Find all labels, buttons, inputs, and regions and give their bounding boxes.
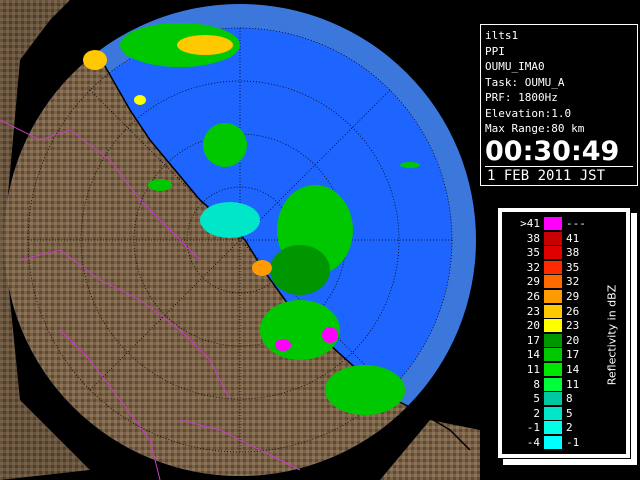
legend-lower-bound: 20 — [526, 319, 540, 333]
legend-upper-bound: 32 — [566, 275, 580, 289]
legend-lower-bound: >41 — [520, 217, 540, 230]
legend-swatch — [544, 260, 562, 274]
legend-swatch — [544, 348, 562, 362]
legend-row: 32 35 — [502, 260, 626, 276]
color-legend: Reflectivity in dBZ >41 --- 38 41 35 38 32 35 29… — [497, 207, 631, 459]
legend-lower-bound: -1 — [526, 421, 540, 435]
legend-row: 58 — [502, 391, 626, 407]
prf-value: PRF: 1800Hz — [485, 91, 558, 104]
legend-upper-bound: 29 — [566, 290, 580, 303]
legend-upper-bound: -1 — [566, 436, 580, 449]
legend-row: -1 2 — [502, 420, 626, 436]
legend-swatch — [544, 319, 562, 333]
legend-lower-bound: 5 — [533, 392, 540, 406]
legend-row: -4 -1 — [502, 435, 626, 451]
legend-swatch — [544, 363, 562, 376]
legend-swatch — [544, 421, 562, 435]
elevation-value: Elevation:1.0 — [485, 106, 572, 120]
legend-swatch — [544, 333, 562, 347]
task-name: Task: OUMU_A — [485, 75, 565, 89]
legend-row: 38 41 — [502, 231, 626, 247]
legend-body: Reflectivity in dBZ >41 --- 38 41 35 38 32 35 29… — [502, 212, 626, 454]
legend-upper-bound: 20 — [566, 333, 580, 347]
legend-lower-bound: 38 — [526, 231, 540, 245]
legend-swatch — [544, 406, 562, 420]
legend-upper-bound: 38 — [566, 246, 580, 260]
legend-swatch — [544, 304, 562, 318]
legend-row: 17 20 — [502, 333, 626, 349]
max-range-value: Max Range:80 km — [485, 122, 585, 135]
legend-lower-bound: 29 — [526, 275, 540, 289]
legend-lower-bound: 26 — [526, 290, 540, 303]
legend-lower-bound: 8 — [533, 377, 540, 391]
legend-row: 25 — [502, 406, 626, 422]
legend-swatch — [544, 392, 562, 406]
legend-swatch — [544, 377, 562, 391]
legend-lower-bound: 35 — [526, 246, 540, 260]
legend-swatch — [544, 246, 562, 260]
legend-row: 35 38 — [502, 245, 626, 261]
legend-upper-bound: --- — [566, 217, 586, 230]
legend-row: 29 32 — [502, 274, 626, 290]
legend-swatch — [544, 231, 562, 245]
legend-row: 26 29 — [502, 289, 626, 305]
legend-upper-bound: 8 — [566, 392, 573, 406]
station-id: OUMU_IMA0 — [485, 60, 545, 73]
legend-row: 20 23 — [502, 318, 626, 334]
legend-upper-bound: 11 — [566, 377, 580, 391]
legend-row: 11 14 — [502, 362, 626, 378]
info-panel: ilts1 PPI OUMU_IMA0 Task: OUMU_A PRF: 18… — [480, 24, 638, 186]
legend-upper-bound: 23 — [566, 319, 580, 333]
legend-lower-bound: 32 — [526, 260, 540, 274]
legend-row: 8 11 — [502, 377, 626, 393]
legend-swatch — [544, 217, 562, 230]
site-name: ilts1 — [485, 29, 519, 42]
observation-date: 1 FEB 2011 JST — [485, 165, 633, 184]
legend-upper-bound: 14 — [566, 363, 580, 376]
legend-row: 14 17 — [502, 347, 626, 363]
legend-lower-bound: 23 — [526, 304, 540, 318]
legend-swatch — [544, 436, 562, 449]
observation-time: 00:30:49 — [485, 135, 620, 167]
legend-upper-bound: 17 — [566, 348, 580, 362]
legend-row: >41 --- — [502, 216, 626, 232]
legend-lower-bound: -4 — [526, 436, 540, 449]
product-type: PPI — [485, 44, 505, 58]
legend-lower-bound: 14 — [526, 348, 540, 362]
legend-upper-bound: 5 — [566, 406, 573, 420]
legend-swatch — [544, 290, 562, 303]
land-bottom-right — [380, 420, 480, 480]
legend-upper-bound: 41 — [566, 231, 580, 245]
legend-lower-bound: 17 — [526, 333, 540, 347]
legend-row: 23 26 — [502, 304, 626, 320]
legend-upper-bound: 26 — [566, 304, 580, 318]
legend-lower-bound: 2 — [533, 406, 540, 420]
legend-lower-bound: 11 — [526, 363, 540, 376]
legend-upper-bound: 2 — [566, 421, 573, 435]
legend-upper-bound: 35 — [566, 260, 580, 274]
legend-swatch — [544, 275, 562, 289]
